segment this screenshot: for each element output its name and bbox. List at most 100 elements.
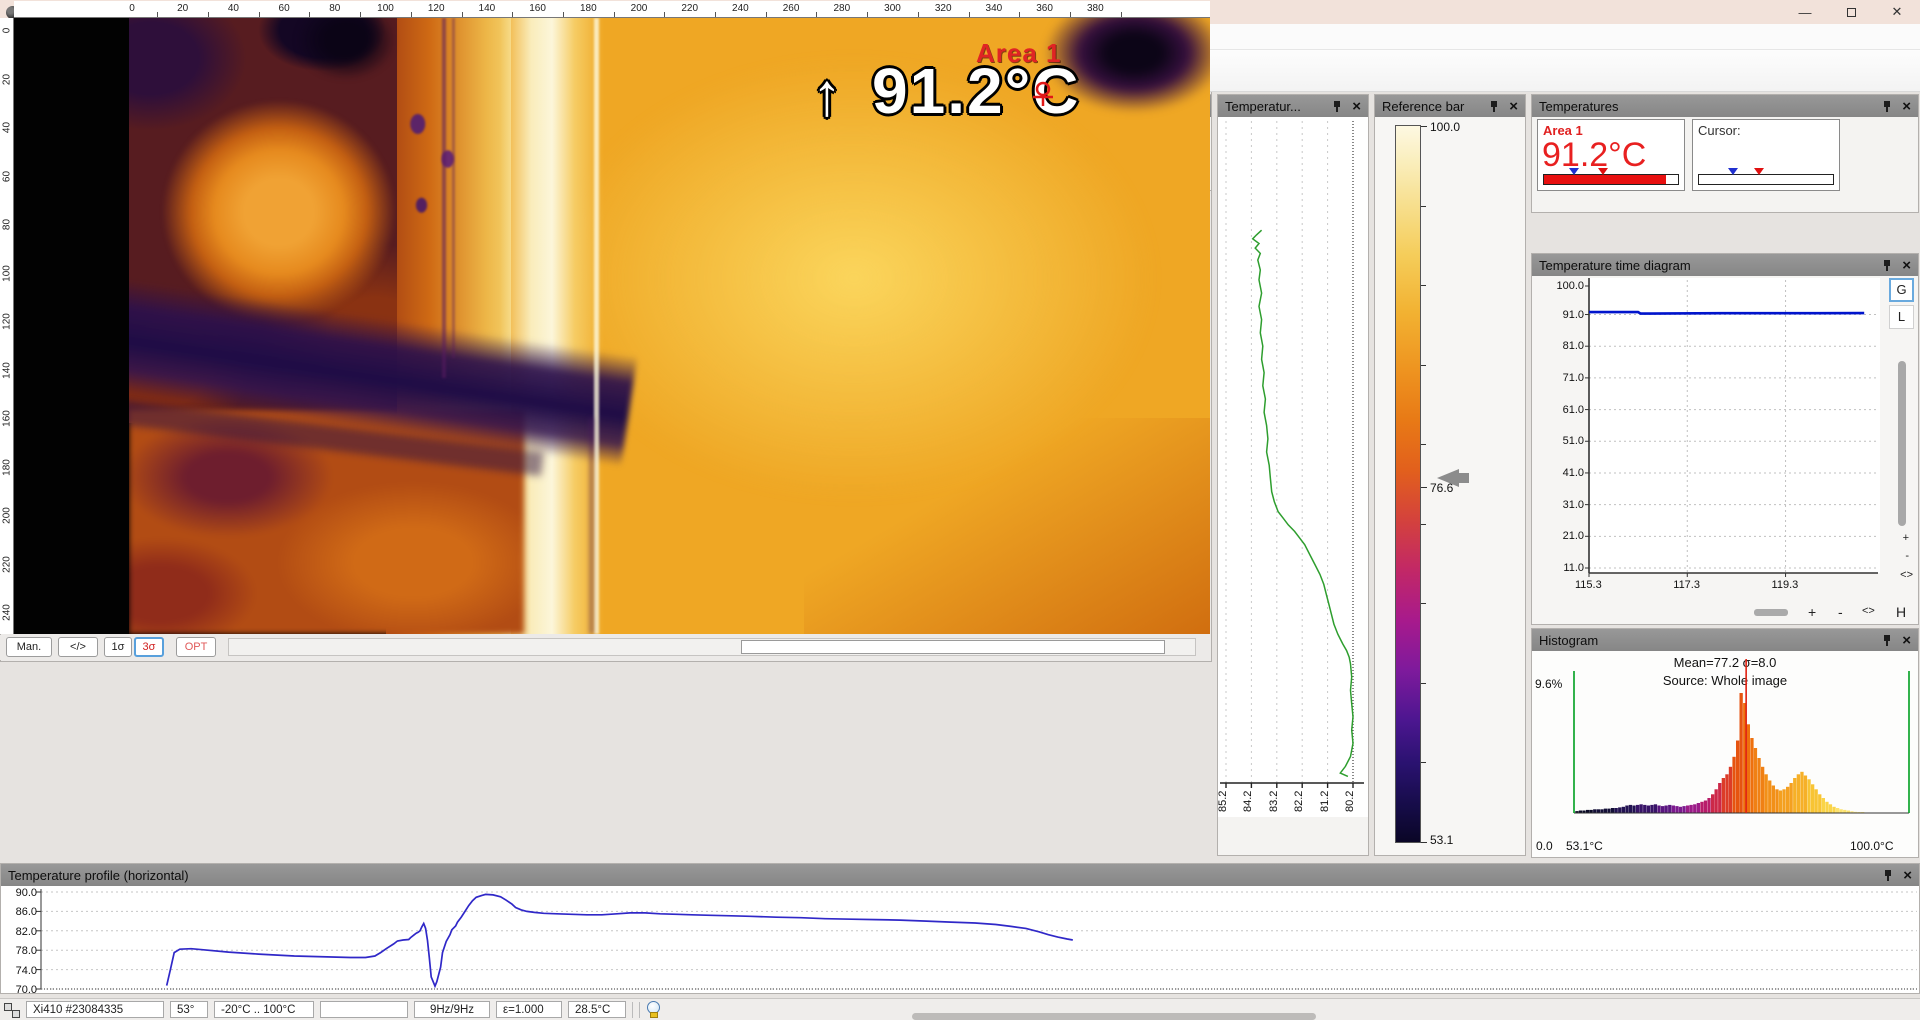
zoom-out-button[interactable]: -: [1838, 604, 1843, 620]
thermal-shadow-bottom-right: [804, 418, 1210, 634]
thermal-line-3: [594, 18, 599, 634]
y-tick-label: 51.0: [1544, 435, 1584, 447]
alarm-low-marker[interactable]: [1569, 168, 1579, 175]
histogram-xzero-label: 0.0: [1536, 839, 1553, 853]
fit-button[interactable]: <>: [1900, 569, 1913, 581]
time-diagram-vscroll-thumb[interactable]: [1898, 361, 1906, 526]
area-1-label: Area 1: [976, 38, 1062, 69]
minimize-button[interactable]: —: [1782, 0, 1828, 24]
vertical-profile-title: Temperatur...: [1225, 99, 1301, 114]
ruler-label: 160: [529, 3, 546, 14]
y-tick-label: 11.0: [1544, 562, 1584, 574]
close-button[interactable]: ✕: [1874, 0, 1920, 24]
image-tab-3[interactable]: 3σ: [134, 637, 164, 657]
zoom-in-button[interactable]: +: [1808, 604, 1816, 620]
horizontal-profile-title: Temperature profile (horizontal): [8, 868, 189, 883]
ruler-label: 80: [2, 210, 13, 240]
ruler-label: 180: [2, 452, 13, 482]
reference-bar-panel: Reference bar × 100.0 76.6 53.1: [1374, 94, 1526, 856]
global-scale-button[interactable]: G: [1889, 278, 1914, 302]
vertical-profile-panel: Temperatur... × 85.284.283.282.281.280.2: [1217, 94, 1369, 856]
thermal-speckle: [399, 96, 474, 236]
ruler-horizontal: 0204060801001201401601802002202402602803…: [14, 1, 1210, 18]
fit-button[interactable]: <>: [1862, 605, 1875, 617]
ruler-label: 20: [2, 64, 13, 94]
reference-pointer-arrow-icon: [1437, 469, 1459, 487]
image-tab-1[interactable]: 1σ: [104, 637, 132, 657]
close-panel-icon[interactable]: ×: [1903, 868, 1912, 883]
alarm-high-marker[interactable]: [1754, 168, 1764, 175]
status-range: -20°C .. 100°C: [214, 1001, 314, 1018]
y-tick-label: 90.0: [3, 887, 37, 899]
close-panel-icon[interactable]: ×: [1509, 99, 1518, 114]
histogram-chart: Mean=77.2 σ=8.0 Source: Whole image 9.6%…: [1532, 651, 1918, 857]
image-tab-bar: Man. </> 1σ3σ OPT: [0, 635, 1210, 660]
area-1-marker-icon: [1030, 80, 1056, 110]
x-tick-label: 80.2: [1344, 798, 1356, 812]
pin-icon[interactable]: [1489, 100, 1500, 112]
device-connection-icon: [4, 1003, 20, 1017]
reference-color-scale: [1395, 125, 1421, 843]
cursor-temperature-box: Cursor:: [1692, 119, 1840, 191]
y-tick-label: 91.0: [1544, 309, 1584, 321]
zoom-in-button[interactable]: +: [1903, 532, 1909, 544]
alarm-high-marker[interactable]: [1598, 168, 1608, 175]
ruler-label: 240: [732, 3, 749, 14]
reference-bar-title: Reference bar: [1382, 99, 1464, 114]
maximize-button[interactable]: [1828, 0, 1874, 24]
image-hscroll-thumb[interactable]: [741, 640, 1165, 654]
ruler-label: 180: [580, 3, 597, 14]
x-tick-label: 81.2: [1319, 798, 1331, 812]
ruler-label: 200: [2, 501, 13, 531]
hold-button[interactable]: H: [1896, 604, 1906, 620]
image-tab-Man[interactable]: Man.: [6, 637, 52, 657]
image-tab-[interactable]: </>: [58, 637, 98, 657]
close-panel-icon[interactable]: ×: [1902, 633, 1911, 648]
image-hscroll-track[interactable]: [228, 638, 1196, 656]
close-panel-icon[interactable]: ×: [1902, 258, 1911, 273]
temperatures-header: Temperatures ×: [1532, 95, 1918, 117]
ruler-label: 280: [833, 3, 850, 14]
cursor-label: Cursor:: [1693, 120, 1839, 138]
y-tick-label: 81.0: [1544, 340, 1584, 352]
y-tick-label: 31.0: [1544, 499, 1584, 511]
reference-bar-header: Reference bar ×: [1375, 95, 1525, 117]
close-panel-icon[interactable]: ×: [1352, 99, 1361, 114]
alarm-low-marker[interactable]: [1728, 168, 1738, 175]
pin-icon[interactable]: [1332, 100, 1343, 112]
pin-icon[interactable]: [1882, 634, 1893, 646]
histogram-panel: Histogram × Mean=77.2 σ=8.0 Source: Whol…: [1531, 628, 1919, 858]
histogram-header: Histogram ×: [1532, 629, 1918, 651]
ruler-label: 300: [884, 3, 901, 14]
ruler-label: 360: [1036, 3, 1053, 14]
close-panel-icon[interactable]: ×: [1902, 99, 1911, 114]
y-tick-label: 21.0: [1544, 530, 1584, 542]
ruler-label: 20: [177, 3, 188, 14]
zoom-out-button[interactable]: -: [1905, 550, 1909, 562]
pin-icon[interactable]: [1882, 259, 1893, 271]
status-blank: [320, 1001, 408, 1018]
thermal-image[interactable]: ↑ 91.2°C Area 1: [14, 18, 1210, 634]
y-tick-label: 71.0: [1544, 372, 1584, 384]
ruler-label: 200: [631, 3, 648, 14]
ruler-label: 160: [2, 404, 13, 434]
ruler-vertical: 020406080100120140160180200220240: [0, 18, 14, 634]
lightbulb-icon[interactable]: [646, 1001, 660, 1018]
thermal-line-4: [589, 418, 594, 634]
pin-icon[interactable]: [1883, 869, 1894, 881]
ruler-label: 220: [2, 549, 13, 579]
hotspot-arrow: ↑: [812, 60, 842, 129]
thermal-image-panel: 0204060801001201401601802002202402602803…: [0, 0, 1212, 662]
ruler-label: 60: [279, 3, 290, 14]
status-emissivity: ε=1.000: [496, 1001, 562, 1018]
y-tick-label: 82.0: [3, 926, 37, 938]
ruler-label: 380: [1087, 3, 1104, 14]
image-tab-OPT[interactable]: OPT: [176, 637, 216, 657]
temperatures-panel: Temperatures × Area 1 91.2°C Cursor:: [1531, 94, 1919, 213]
histogram-title: Histogram: [1539, 633, 1598, 648]
pin-icon[interactable]: [1882, 100, 1893, 112]
time-diagram-hscroll-thumb[interactable]: [1754, 609, 1788, 616]
vertical-profile-header: Temperatur... ×: [1218, 95, 1368, 117]
ruler-label: 0: [2, 16, 13, 46]
local-scale-button[interactable]: L: [1889, 305, 1914, 329]
